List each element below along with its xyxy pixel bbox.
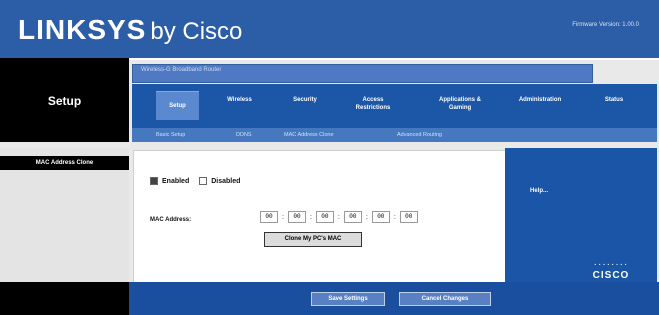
header: LINKSYS by Cisco Firmware Version: 1.00.0 — [0, 0, 659, 60]
tab-setup-label: Setup — [169, 103, 186, 109]
tab-setup[interactable]: Setup — [156, 91, 199, 120]
tab-security[interactable]: Security — [284, 96, 326, 116]
main-nav: Setup Wireless Security Access Restricti… — [132, 84, 657, 128]
section-panel: Setup — [0, 58, 129, 142]
subnav-advanced-routing[interactable]: Advanced Routing — [397, 132, 442, 138]
tab-status-label: Status — [604, 97, 624, 103]
mac-octet-5[interactable]: 00 — [371, 211, 390, 223]
tab-admin-label: Administration — [518, 97, 562, 103]
cancel-changes-button[interactable]: Cancel Changes — [399, 292, 491, 306]
left-nav: MAC Address Clone — [0, 148, 129, 282]
mac-address-label: MAC Address: — [150, 217, 192, 223]
mac-octet-1[interactable]: 00 — [260, 211, 278, 223]
mac-separator: : — [309, 213, 312, 221]
section-title: Setup — [47, 94, 82, 108]
cisco-wordmark: CISCO — [592, 270, 630, 281]
tab-access-label: Access Restrictions — [355, 97, 391, 111]
brand-name: LINKSYS — [18, 14, 147, 45]
router-setup-page: LINKSYS by Cisco Firmware Version: 1.00.0… — [0, 0, 659, 315]
tab-status[interactable]: Status — [593, 96, 635, 116]
mac-separator: : — [282, 213, 284, 221]
footer-bar: Save Settings Cancel Changes — [0, 282, 659, 315]
firmware-version: Firmware Version: 1.00.0 — [572, 22, 639, 28]
divider — [0, 142, 659, 147]
tab-administration[interactable]: Administration — [509, 96, 571, 116]
save-settings-button[interactable]: Save Settings — [311, 292, 385, 306]
mac-octet-6[interactable]: 00 — [399, 211, 418, 223]
tab-access-restrictions[interactable]: Access Restrictions — [348, 96, 398, 116]
mac-separator: : — [337, 213, 340, 221]
mac-octet-3[interactable]: 00 — [315, 211, 334, 223]
clone-mac-button[interactable]: Clone My PC's MAC — [264, 232, 362, 247]
brand-suffix: by Cisco — [150, 18, 243, 45]
main-content: Enabled Disabled MAC Address: 00: 00: 00… — [133, 150, 507, 284]
model-strip: Wireless-G Broadband Router — [132, 64, 593, 83]
tab-apps-label: Applications & Gaming — [438, 97, 481, 111]
mac-octet-4[interactable]: 00 — [343, 211, 362, 223]
subnav-basic-setup[interactable]: Basic Setup — [156, 132, 185, 138]
help-link[interactable]: Help... — [530, 188, 548, 194]
footer-left-block — [0, 282, 129, 315]
tab-applications-gaming[interactable]: Applications & Gaming — [429, 96, 491, 116]
subnav-ddns[interactable]: DDNS — [236, 132, 252, 138]
linksys-logo: LINKSYS by Cisco — [18, 14, 242, 46]
tab-security-label: Security — [293, 97, 317, 103]
cisco-bars: ········ — [593, 259, 629, 270]
disabled-label: Disabled — [211, 177, 241, 185]
mac-address-fields: 00: 00: 00: 00: 00: 00 — [260, 211, 418, 223]
enabled-radio[interactable] — [150, 177, 158, 185]
tab-wireless[interactable]: Wireless — [217, 96, 262, 116]
mac-clone-radio-row: Enabled Disabled — [150, 177, 240, 185]
mac-octet-2[interactable]: 00 — [287, 211, 306, 223]
disabled-radio[interactable] — [199, 177, 208, 185]
model-name: Wireless-G Broadband Router — [141, 67, 222, 73]
sub-nav: Basic Setup DDNS MAC Address Clone Advan… — [132, 128, 657, 143]
mac-separator: : — [393, 213, 396, 221]
tab-wireless-label: Wireless — [227, 97, 252, 103]
subnav-mac-address-clone[interactable]: MAC Address Clone — [284, 132, 334, 138]
leftnav-mac-address-clone: MAC Address Clone — [0, 156, 129, 170]
enabled-label: Enabled — [162, 177, 190, 185]
mac-separator: : — [365, 213, 368, 221]
